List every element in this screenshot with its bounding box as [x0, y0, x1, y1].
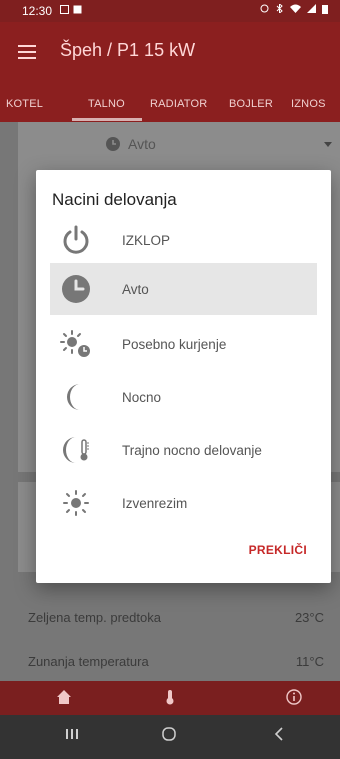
sun-icon	[58, 485, 94, 521]
option-label: Izvenrezim	[122, 495, 188, 511]
option-label: Posebno kurjenje	[122, 336, 227, 352]
sun-timer-icon	[58, 326, 94, 362]
option-nocno[interactable]: Nocno	[50, 371, 317, 423]
option-avto[interactable]: Avto	[50, 263, 317, 315]
clock-icon	[58, 271, 94, 307]
option-label: Trajno nocno delovanje	[122, 442, 262, 458]
option-posebno-kurjenje[interactable]: Posebno kurjenje	[50, 318, 317, 370]
option-trajno-nocno[interactable]: Trajno nocno delovanje	[50, 424, 317, 476]
option-izklop[interactable]: IZKLOP	[50, 214, 317, 266]
option-label: Nocno	[122, 389, 162, 405]
operating-mode-dialog: Nacini delovanja IZKLOP Avto Posebno kur…	[36, 170, 331, 583]
dialog-title: Nacini delovanja	[52, 190, 177, 209]
cancel-button[interactable]: PREKLIČI	[249, 543, 307, 557]
phone-screen: 12:30 Špeh / P1 15 kW KOTEL TALNO RADIAT…	[0, 0, 340, 759]
moon-icon	[58, 379, 94, 415]
moon-thermometer-icon	[58, 432, 94, 468]
option-label: IZKLOP	[122, 232, 171, 248]
power-icon	[58, 222, 94, 258]
option-izvenrezim[interactable]: Izvenrezim	[50, 477, 317, 529]
option-label: Avto	[122, 281, 149, 297]
